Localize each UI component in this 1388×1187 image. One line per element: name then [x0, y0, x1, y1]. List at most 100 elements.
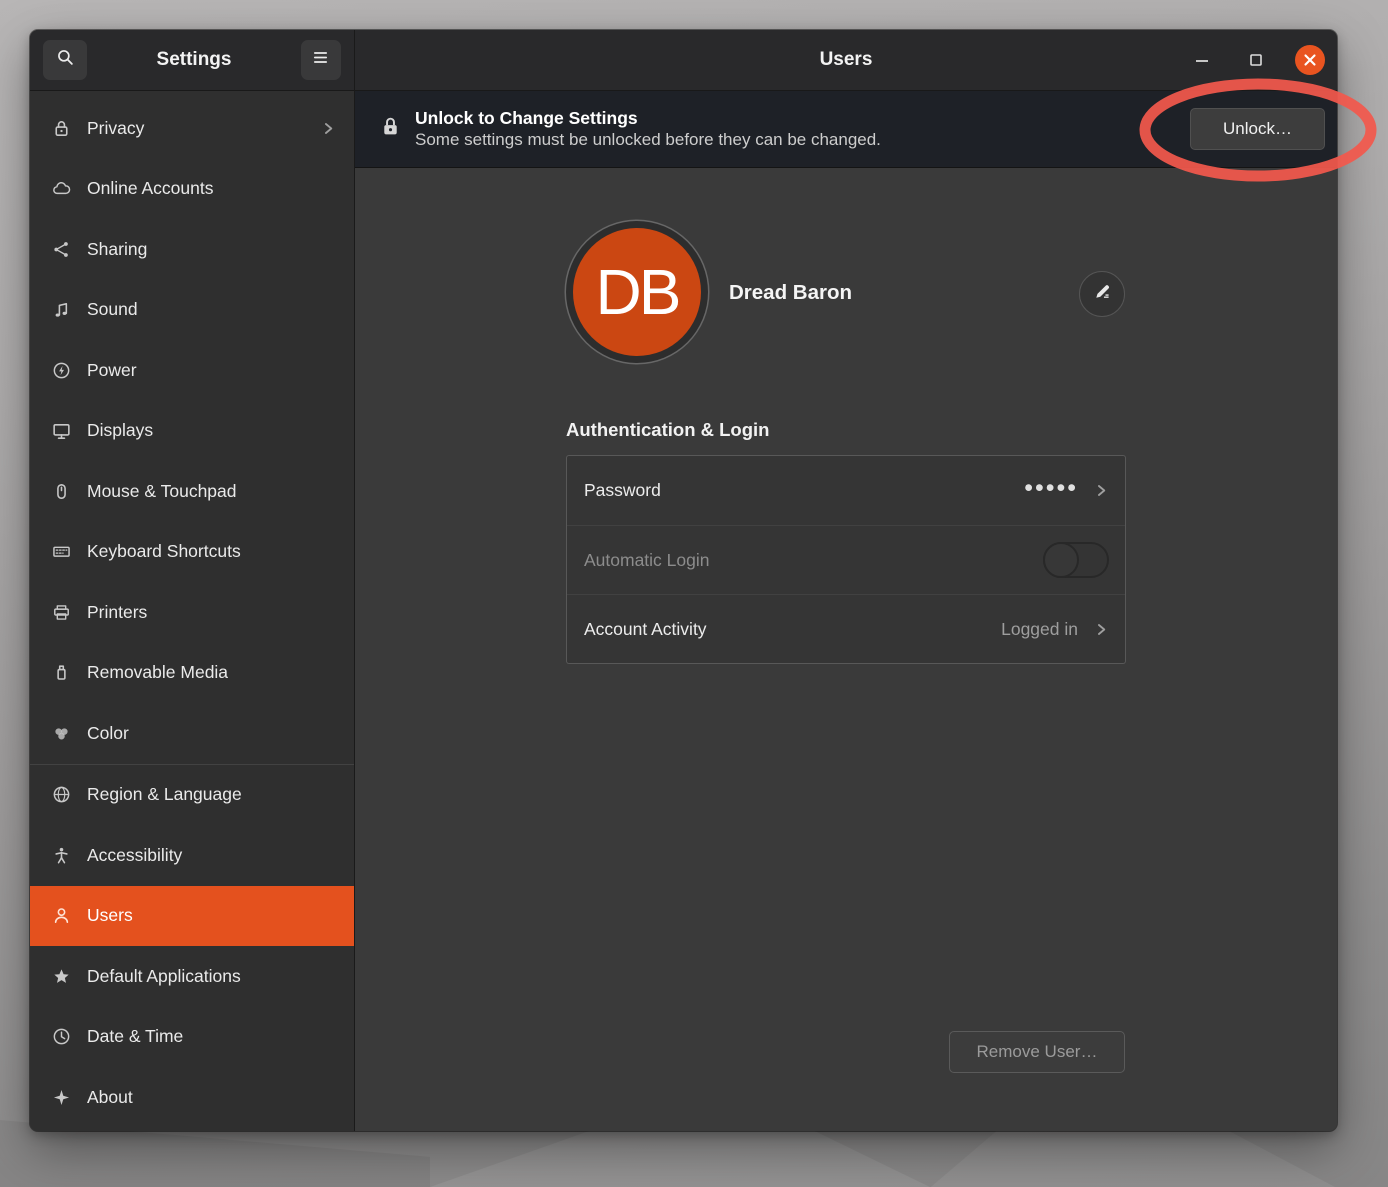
row-label: Automatic Login: [584, 550, 710, 571]
sparkle-icon: [49, 1087, 73, 1108]
row-label: Password: [584, 480, 661, 501]
sidebar-item-label: Color: [87, 723, 129, 744]
sidebar-item-label: Online Accounts: [87, 178, 213, 199]
close-button[interactable]: [1295, 45, 1325, 75]
sidebar-item-power[interactable]: Power: [30, 340, 354, 401]
keyboard-icon: [49, 541, 73, 562]
app-title: Settings: [157, 49, 232, 71]
lock-icon: [379, 115, 402, 143]
page-title: Users: [820, 49, 873, 71]
desktop: { "titlebar": { "sidebar_title": "Settin…: [0, 0, 1388, 1187]
clock-icon: [49, 1026, 73, 1047]
minimize-button[interactable]: [1187, 45, 1217, 75]
sidebar-item-sharing[interactable]: Sharing: [30, 219, 354, 280]
sidebar-item-label: Users: [87, 905, 133, 926]
mouse-icon: [49, 481, 73, 502]
music-icon: [49, 299, 73, 320]
search-icon: [56, 48, 75, 72]
chevron-right-icon: [1094, 483, 1109, 498]
window-controls: [1187, 30, 1325, 90]
row-right: [1043, 542, 1109, 578]
banner-text: Unlock to Change Settings Some settings …: [415, 107, 881, 151]
sidebar-item-label: About: [87, 1087, 133, 1108]
color-icon: [49, 723, 73, 744]
settings-row-automatic-login: Automatic Login: [567, 525, 1125, 594]
users-content: DB Dread Baron Authentication & Login Pa…: [355, 168, 1337, 1131]
row-value: Logged in: [1001, 619, 1078, 640]
row-value: •••••: [1024, 476, 1078, 501]
unlock-banner: Unlock to Change Settings Some settings …: [355, 91, 1337, 168]
sidebar-item-default-applications[interactable]: Default Applications: [30, 946, 354, 1007]
sidebar-header: Settings: [30, 30, 354, 91]
lock-icon: [49, 118, 73, 139]
display-icon: [49, 420, 73, 441]
users-icon: [49, 905, 73, 926]
row-label: Account Activity: [584, 619, 707, 640]
power-icon: [49, 360, 73, 381]
banner-title: Unlock to Change Settings: [415, 107, 881, 129]
settings-window: Settings Privacy Online Accounts Sharing So…: [30, 30, 1337, 1131]
sidebar-item-printers[interactable]: Printers: [30, 582, 354, 643]
edit-name-button[interactable]: [1079, 271, 1125, 317]
sidebar-list: Privacy Online Accounts Sharing Sound Power D…: [30, 91, 354, 1131]
settings-row-account-activity[interactable]: Account Activity Logged in: [567, 594, 1125, 663]
auth-login-list: Password ••••• Automatic Login Account Acti…: [566, 455, 1126, 664]
chevron-right-icon: [321, 121, 336, 136]
remove-user-button: Remove User…: [949, 1031, 1125, 1073]
row-right: •••••: [1024, 478, 1109, 503]
share-icon: [49, 239, 73, 260]
section-heading: Authentication & Login: [566, 419, 769, 441]
sidebar-item-accessibility[interactable]: Accessibility: [30, 825, 354, 886]
automatic-login-toggle: [1043, 542, 1109, 578]
sidebar-item-sound[interactable]: Sound: [30, 280, 354, 341]
headerbar: Users: [355, 30, 1337, 91]
sidebar: Settings Privacy Online Accounts Sharing So…: [30, 30, 355, 1131]
row-right: Logged in: [1001, 619, 1109, 640]
sidebar-item-privacy[interactable]: Privacy: [30, 98, 354, 159]
main-panel: Users Unlock to Change Settings Some set…: [355, 30, 1337, 1131]
sidebar-item-label: Printers: [87, 602, 147, 623]
toggle-knob: [1043, 542, 1079, 578]
chevron-right-icon: [1094, 622, 1109, 637]
sidebar-item-keyboard-shortcuts[interactable]: Keyboard Shortcuts: [30, 522, 354, 583]
globe-icon: [49, 784, 73, 805]
maximize-button[interactable]: [1241, 45, 1271, 75]
maximize-icon: [1243, 47, 1269, 73]
unlock-button[interactable]: Unlock…: [1190, 108, 1325, 150]
star-icon: [49, 966, 73, 987]
pencil-icon: [1092, 281, 1113, 307]
sidebar-item-date-time[interactable]: Date & Time: [30, 1007, 354, 1068]
sidebar-item-mouse-touchpad[interactable]: Mouse & Touchpad: [30, 461, 354, 522]
sidebar-item-label: Privacy: [87, 118, 144, 139]
sidebar-item-label: Removable Media: [87, 662, 228, 683]
sidebar-item-label: Keyboard Shortcuts: [87, 541, 241, 562]
sidebar-item-label: Accessibility: [87, 845, 182, 866]
hamburger-menu-icon: [311, 48, 330, 72]
sidebar-item-users[interactable]: Users: [30, 886, 354, 947]
sidebar-item-label: Displays: [87, 420, 153, 441]
sidebar-item-label: Date & Time: [87, 1026, 183, 1047]
sidebar-item-label: Sharing: [87, 239, 147, 260]
cloud-icon: [49, 178, 73, 199]
search-button[interactable]: [43, 40, 87, 80]
sidebar-item-label: Mouse & Touchpad: [87, 481, 237, 502]
accessibility-icon: [49, 845, 73, 866]
avatar[interactable]: DB: [573, 228, 701, 356]
sidebar-item-about[interactable]: About: [30, 1067, 354, 1128]
avatar-initials: DB: [596, 255, 679, 329]
usb-icon: [49, 662, 73, 683]
printer-icon: [49, 602, 73, 623]
sidebar-item-displays[interactable]: Displays: [30, 401, 354, 462]
primary-menu-button[interactable]: [301, 40, 341, 80]
sidebar-item-color[interactable]: Color: [30, 703, 354, 764]
banner-subtitle: Some settings must be unlocked before th…: [415, 129, 881, 151]
sidebar-item-label: Region & Language: [87, 784, 242, 805]
sidebar-item-label: Power: [87, 360, 137, 381]
sidebar-item-online-accounts[interactable]: Online Accounts: [30, 159, 354, 220]
user-full-name: Dread Baron: [729, 281, 852, 305]
sidebar-item-removable-media[interactable]: Removable Media: [30, 643, 354, 704]
sidebar-item-label: Sound: [87, 299, 138, 320]
sidebar-item-region-language[interactable]: Region & Language: [30, 765, 354, 826]
settings-row-password[interactable]: Password •••••: [567, 456, 1125, 525]
sidebar-item-label: Default Applications: [87, 966, 241, 987]
